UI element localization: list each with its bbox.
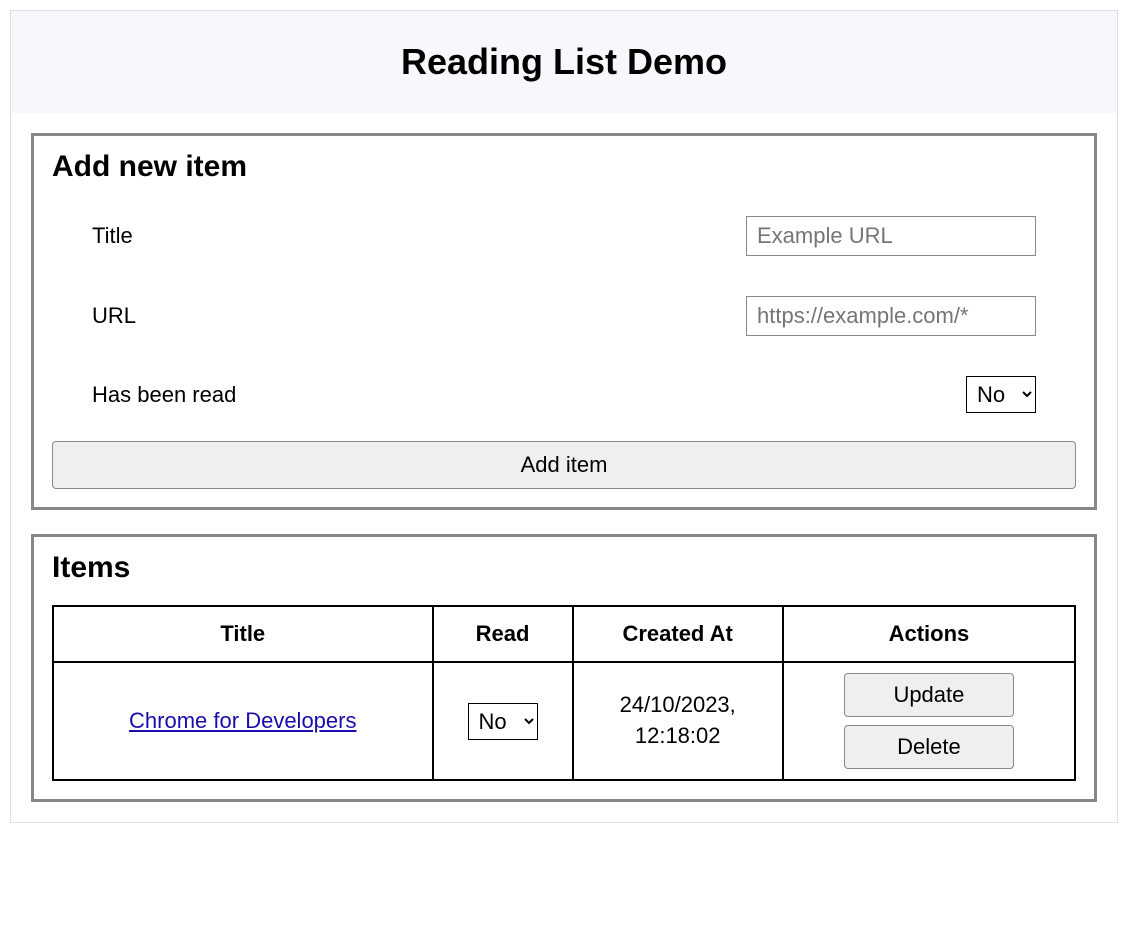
app-container: Reading List Demo Add new item Title URL… xyxy=(10,10,1118,823)
title-label: Title xyxy=(92,223,133,249)
item-read-cell: No Yes xyxy=(433,662,573,780)
title-field-row: Title xyxy=(52,204,1076,268)
table-header-row: Title Read Created At Actions xyxy=(53,606,1075,662)
read-field-row: Has been read No Yes xyxy=(52,364,1076,425)
content-area: Add new item Title URL Has been read No … xyxy=(11,113,1117,822)
add-item-button[interactable]: Add item xyxy=(52,441,1076,489)
column-header-created-at: Created At xyxy=(573,606,783,662)
created-at-time: 12:18:02 xyxy=(635,723,721,748)
url-label: URL xyxy=(92,303,136,329)
item-actions-cell: Update Delete xyxy=(783,662,1075,780)
item-title-cell: Chrome for Developers xyxy=(53,662,433,780)
item-created-at-cell: 24/10/2023, 12:18:02 xyxy=(573,662,783,780)
url-input[interactable] xyxy=(746,296,1036,336)
title-input[interactable] xyxy=(746,216,1036,256)
update-button[interactable]: Update xyxy=(844,673,1014,717)
delete-button[interactable]: Delete xyxy=(844,725,1014,769)
header: Reading List Demo xyxy=(11,11,1117,113)
column-header-title: Title xyxy=(53,606,433,662)
table-row: Chrome for Developers No Yes 24/10/2023,… xyxy=(53,662,1075,780)
read-select[interactable]: No Yes xyxy=(966,376,1036,413)
items-table: Title Read Created At Actions Chrome for… xyxy=(52,605,1076,781)
column-header-read: Read xyxy=(433,606,573,662)
page-title: Reading List Demo xyxy=(11,41,1117,83)
item-read-select[interactable]: No Yes xyxy=(468,703,538,740)
items-panel: Items Title Read Created At Actions Chro… xyxy=(31,534,1097,802)
item-title-link[interactable]: Chrome for Developers xyxy=(129,708,356,733)
column-header-actions: Actions xyxy=(783,606,1075,662)
add-item-heading: Add new item xyxy=(52,150,1076,184)
items-heading: Items xyxy=(52,551,1076,585)
read-label: Has been read xyxy=(92,382,236,408)
url-field-row: URL xyxy=(52,284,1076,348)
add-item-panel: Add new item Title URL Has been read No … xyxy=(31,133,1097,510)
created-at-date: 24/10/2023, xyxy=(620,692,736,717)
